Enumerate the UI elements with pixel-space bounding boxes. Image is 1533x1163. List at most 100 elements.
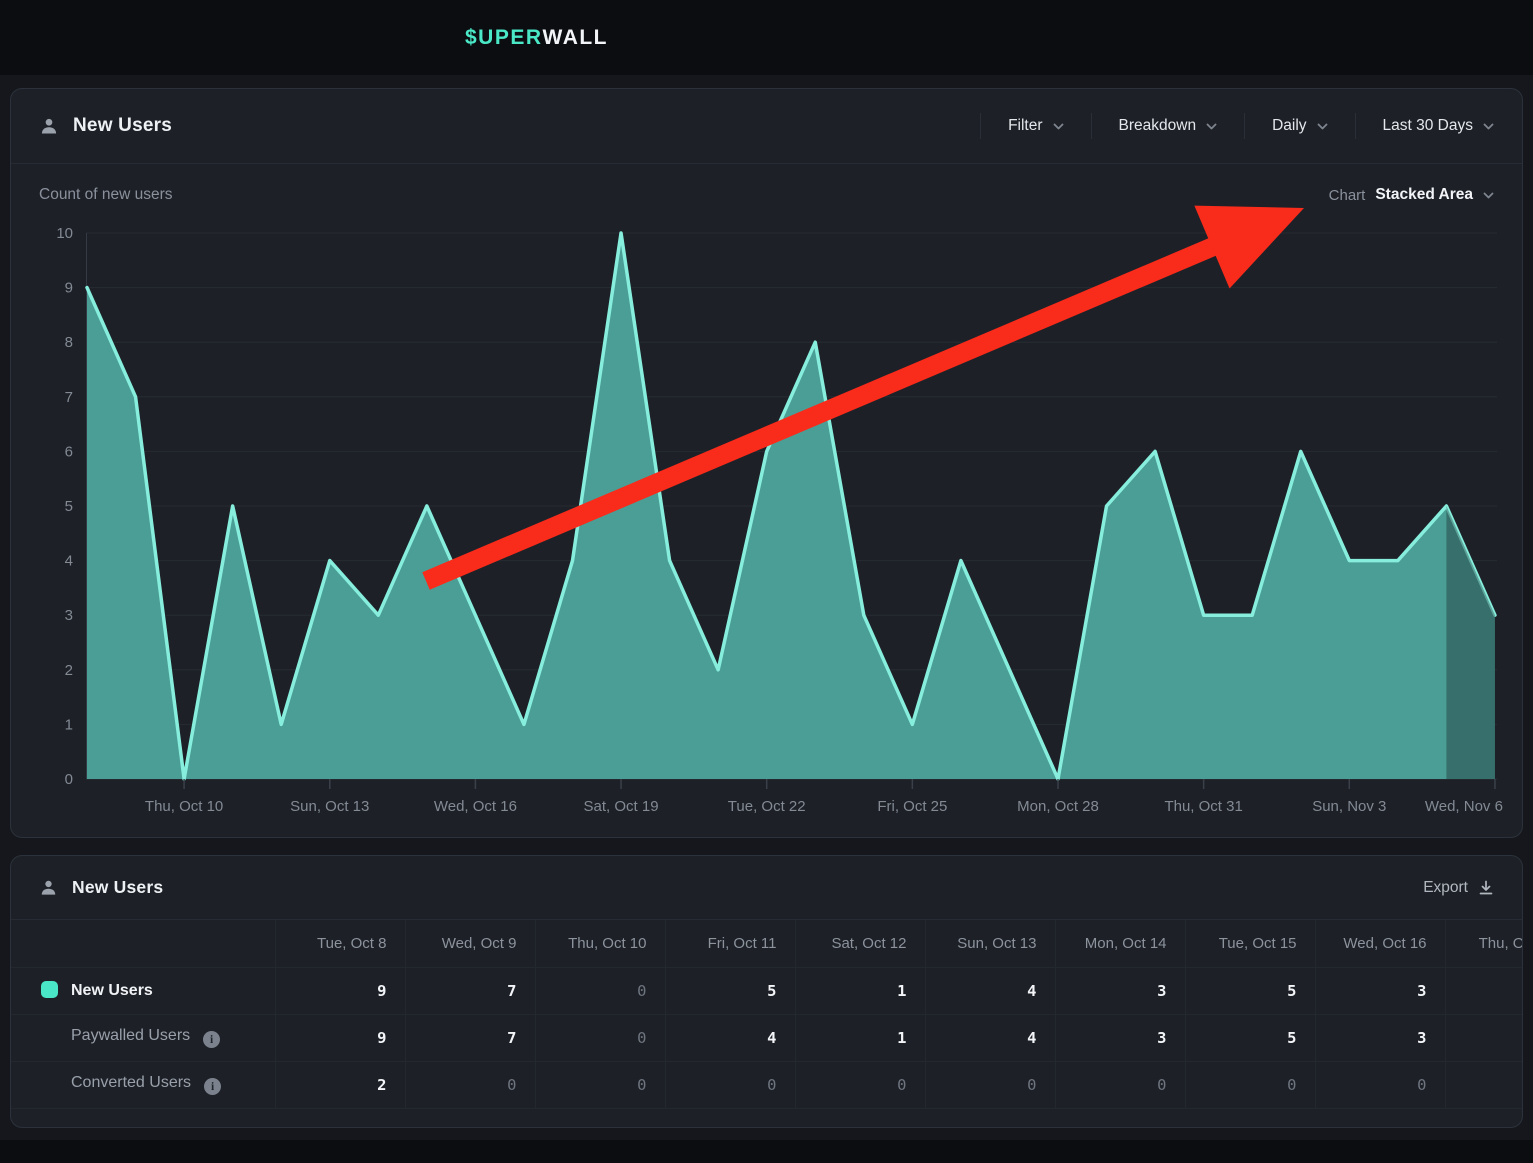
chevron-down-icon <box>1206 123 1217 130</box>
chart-subtitle-row: Count of new users Chart Stacked Area <box>39 186 1494 204</box>
table-cell: 0 <box>665 1061 795 1108</box>
export-button[interactable]: Export <box>1423 879 1494 897</box>
table-cell: 4 <box>925 1014 1055 1061</box>
x-axis-label: Fri, Oct 25 <box>877 798 947 815</box>
control-label: Daily <box>1272 117 1306 135</box>
chart-subtitle: Count of new users <box>39 186 173 204</box>
table-cell: 0 <box>1315 1061 1445 1108</box>
table-cell: 0 <box>925 1061 1055 1108</box>
x-axis-label: Mon, Oct 28 <box>1017 798 1099 815</box>
y-axis-label: 8 <box>65 334 73 351</box>
y-axis-label: 6 <box>65 443 73 460</box>
table-cell: 9 <box>275 967 405 1014</box>
series-swatch <box>41 981 58 998</box>
control-label: Last 30 Days <box>1383 117 1473 135</box>
x-axis-label: Thu, Oct 10 <box>145 798 223 815</box>
table-cell: 3 <box>1315 1014 1445 1061</box>
table-cell: 0 <box>535 1061 665 1108</box>
column-header: Mon, Oct 14 <box>1055 920 1185 967</box>
column-header: Fri, Oct 11 <box>665 920 795 967</box>
table-cell: 5 <box>665 967 795 1014</box>
table-cell: 2 <box>275 1061 405 1108</box>
table-cell: 0 <box>405 1061 535 1108</box>
row-label-text: New Users <box>71 982 153 999</box>
new-users-table: Tue, Oct 8Wed, Oct 9Thu, Oct 10Fri, Oct … <box>11 920 1523 1109</box>
table-cell: 1 <box>795 1014 925 1061</box>
y-axis-label: 7 <box>65 389 73 406</box>
table-cell: 0 <box>1185 1061 1315 1108</box>
y-axis-label: 10 <box>56 225 73 242</box>
user-icon <box>39 878 58 897</box>
chart-card: 012345678910Thu, Oct 10Sun, Oct 13Wed, O… <box>10 88 1523 838</box>
table-cell: 7 <box>405 1014 535 1061</box>
x-axis-label: Thu, Oct 31 <box>1164 798 1242 815</box>
column-header: Thu, Oct 10 <box>535 920 665 967</box>
chart-title-group: New Users <box>39 115 172 137</box>
logo-accent: $UPER <box>465 26 543 50</box>
chart-type-selector[interactable]: Chart Stacked Area <box>1329 186 1494 204</box>
column-header: Tue, Oct 15 <box>1185 920 1315 967</box>
table-cell: 0 <box>535 1014 665 1061</box>
table-cell: 7 <box>405 967 535 1014</box>
x-axis-label: Sun, Nov 3 <box>1312 798 1386 815</box>
table-cell: 3 <box>1315 967 1445 1014</box>
chart-type-value: Stacked Area <box>1375 186 1473 204</box>
row-label: Paywalled Users i <box>11 1014 275 1061</box>
row-label-text: Paywalled Users <box>71 1027 190 1044</box>
table-cell <box>1445 1061 1523 1108</box>
chevron-down-icon <box>1483 123 1494 130</box>
x-axis-label: Wed, Oct 16 <box>434 798 517 815</box>
control-label: Filter <box>1008 117 1042 135</box>
chevron-down-icon <box>1317 123 1328 130</box>
chart-type-label: Chart <box>1329 187 1366 204</box>
control-daily[interactable]: Daily <box>1244 113 1327 139</box>
y-axis-label: 3 <box>65 607 73 624</box>
topbar: $UPERWALL <box>0 0 1533 75</box>
column-header: Wed, Oct 16 <box>1315 920 1445 967</box>
chart-card-title: New Users <box>73 115 172 137</box>
y-axis-label: 5 <box>65 498 73 515</box>
y-axis-label: 4 <box>65 553 73 570</box>
chart-controls: Filter Breakdown Daily Last 30 Days <box>953 113 1494 139</box>
table-card-title: New Users <box>72 877 163 898</box>
table-cell: 4 <box>925 967 1055 1014</box>
data-table-wrap: Tue, Oct 8Wed, Oct 9Thu, Oct 10Fri, Oct … <box>11 920 1522 1109</box>
control-breakdown[interactable]: Breakdown <box>1091 113 1218 139</box>
info-icon[interactable]: i <box>203 1031 220 1048</box>
y-axis-label: 0 <box>65 771 73 788</box>
table-cell <box>1445 967 1523 1014</box>
control-filter[interactable]: Filter <box>980 113 1063 139</box>
table-cell: 5 <box>1185 967 1315 1014</box>
table-row: Paywalled Usersi970414353 <box>11 1014 1523 1061</box>
partial-period-overlay <box>1446 506 1495 779</box>
table-cell: 1 <box>795 967 925 1014</box>
table-cell: 0 <box>1055 1061 1185 1108</box>
column-header-blank <box>11 920 275 967</box>
info-icon[interactable]: i <box>204 1078 221 1095</box>
table-cell: 3 <box>1055 1014 1185 1061</box>
column-header: Sat, Oct 12 <box>795 920 925 967</box>
table-row: Converted Usersi200000000 <box>11 1061 1523 1108</box>
export-label: Export <box>1423 879 1468 897</box>
app-logo[interactable]: $UPERWALL <box>465 0 608 75</box>
download-icon <box>1478 880 1494 896</box>
table-cell: 0 <box>795 1061 925 1108</box>
table-cell <box>1445 1014 1523 1061</box>
table-header-row: Tue, Oct 8Wed, Oct 9Thu, Oct 10Fri, Oct … <box>11 920 1523 967</box>
y-axis-label: 2 <box>65 662 73 679</box>
column-header: Sun, Oct 13 <box>925 920 1055 967</box>
chevron-down-icon <box>1483 192 1494 199</box>
chevron-down-icon <box>1053 123 1064 130</box>
chart-card-header: New Users Filter Breakdown Daily Last 30 Da… <box>11 89 1522 164</box>
control-label: Breakdown <box>1119 117 1197 135</box>
table-cell: 0 <box>535 967 665 1014</box>
row-label: New Users <box>11 967 275 1014</box>
table-card-header: New Users Export <box>11 856 1522 920</box>
column-header: Thu, Oct 17 <box>1445 920 1523 967</box>
x-axis-label: Sat, Oct 19 <box>584 798 659 815</box>
x-axis-label: Wed, Nov 6 <box>1425 798 1503 815</box>
table-cell: 4 <box>665 1014 795 1061</box>
row-label-text: Converted Users <box>71 1074 191 1091</box>
control-last-30-days[interactable]: Last 30 Days <box>1355 113 1494 139</box>
logo-rest: WALL <box>543 26 608 50</box>
